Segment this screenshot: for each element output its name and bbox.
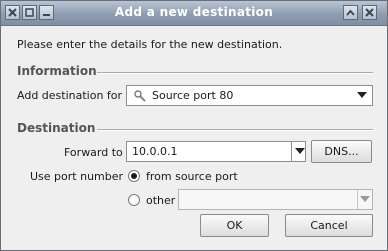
window-title: Add a new destination xyxy=(114,5,274,19)
information-header: Information xyxy=(17,64,97,78)
forward-to-label: Forward to xyxy=(64,146,123,159)
radio-selected-dot xyxy=(131,173,137,179)
dropdown-arrow-icon xyxy=(357,92,367,98)
dropdown-arrow-icon[interactable] xyxy=(360,196,370,202)
other-port-combobox[interactable] xyxy=(178,189,373,210)
cancel-button[interactable]: Cancel xyxy=(285,214,373,237)
from-source-port-label[interactable]: from source port xyxy=(146,170,238,183)
from-source-port-radio[interactable] xyxy=(128,170,140,182)
shade-button[interactable] xyxy=(343,5,358,20)
dialog-window: Add a new destination Please enter the d… xyxy=(0,0,388,251)
plug-icon xyxy=(134,90,146,102)
add-for-label: Add destination for xyxy=(17,89,123,102)
other-label[interactable]: other xyxy=(146,194,175,207)
close-icon xyxy=(365,8,374,17)
destination-header: Destination xyxy=(17,121,96,135)
forward-to-combobox[interactable]: 10.0.0.1 xyxy=(126,141,306,162)
use-port-label: Use port number xyxy=(30,170,124,183)
other-radio[interactable] xyxy=(128,194,140,206)
destination-separator xyxy=(97,129,373,131)
add-for-value: Source port 80 xyxy=(152,89,234,102)
forward-to-value[interactable]: 10.0.0.1 xyxy=(132,145,177,158)
dns-button[interactable]: DNS... xyxy=(311,140,372,163)
title-bar[interactable]: Add a new destination xyxy=(1,1,387,26)
instruction-text: Please enter the details for the new des… xyxy=(17,38,283,51)
chevron-up-icon xyxy=(346,9,355,16)
information-separator xyxy=(97,72,373,74)
dropdown-arrow-icon[interactable] xyxy=(295,148,305,154)
close-button-right[interactable] xyxy=(362,5,377,20)
add-for-select[interactable]: Source port 80 xyxy=(126,85,373,106)
combo-divider xyxy=(357,190,358,209)
combo-divider xyxy=(291,142,292,161)
ok-button[interactable]: OK xyxy=(200,214,269,237)
